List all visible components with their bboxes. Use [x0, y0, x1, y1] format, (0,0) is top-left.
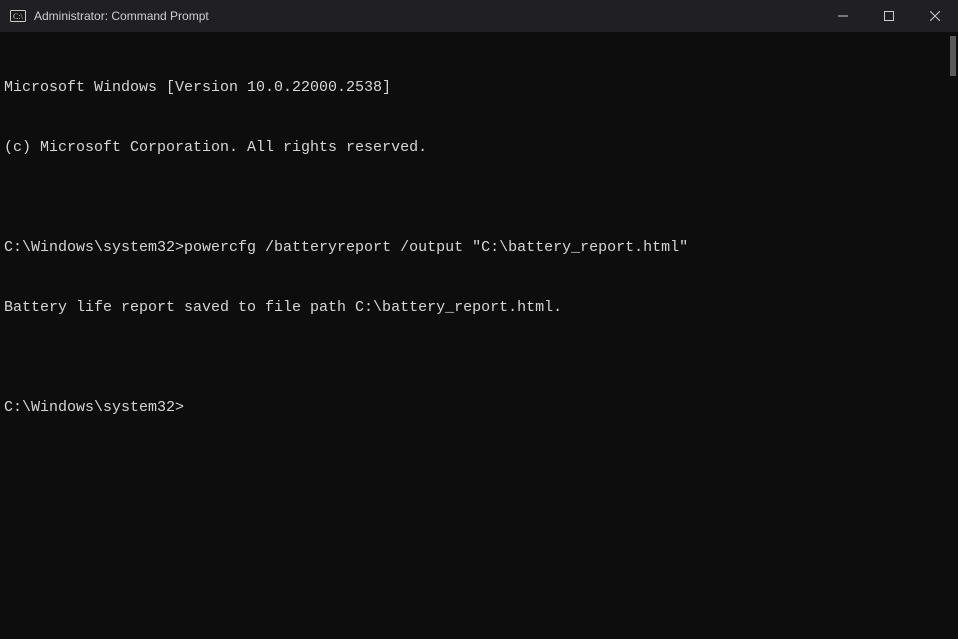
terminal-line: Battery life report saved to file path C… — [4, 298, 954, 318]
cursor — [184, 398, 193, 416]
command-text: powercfg /batteryreport /output "C:\batt… — [184, 239, 688, 256]
window-controls — [820, 0, 958, 32]
prompt-text: C:\Windows\system32> — [4, 239, 184, 256]
terminal-line: Microsoft Windows [Version 10.0.22000.25… — [4, 78, 954, 98]
titlebar: C:\ Administrator: Command Prompt — [0, 0, 958, 32]
cmd-icon: C:\ — [10, 8, 26, 24]
terminal-line: (c) Microsoft Corporation. All rights re… — [4, 138, 954, 158]
terminal-line: C:\Windows\system32>powercfg /batteryrep… — [4, 238, 954, 258]
scrollbar-thumb[interactable] — [950, 36, 956, 76]
terminal-output[interactable]: Microsoft Windows [Version 10.0.22000.25… — [0, 32, 958, 639]
window-title: Administrator: Command Prompt — [34, 9, 820, 23]
close-button[interactable] — [912, 0, 958, 32]
terminal-line: C:\Windows\system32> — [4, 398, 954, 418]
maximize-button[interactable] — [866, 0, 912, 32]
prompt-text: C:\Windows\system32> — [4, 399, 184, 416]
minimize-button[interactable] — [820, 0, 866, 32]
svg-text:C:\: C:\ — [13, 12, 24, 21]
